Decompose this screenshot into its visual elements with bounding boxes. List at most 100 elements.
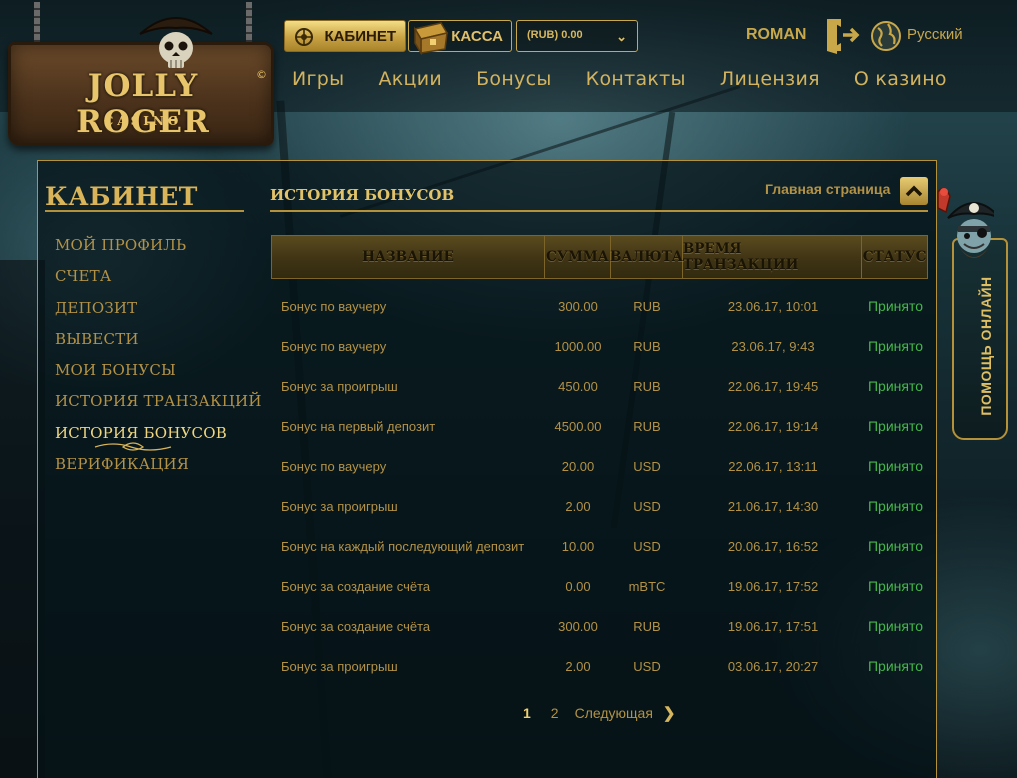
logout-icon[interactable]	[824, 16, 862, 54]
page-link-1[interactable]: 1	[523, 705, 531, 721]
column-header-time[interactable]: ВРЕМЯ ТРАНЗАКЦИИ	[683, 236, 863, 278]
cell-status: Принято	[867, 378, 924, 394]
sidebar-item-bonus-history[interactable]: ИСТОРИЯ БОНУСОВ	[55, 424, 262, 455]
cell-status: Принято	[867, 578, 924, 594]
column-header-currency[interactable]: ВАЛЮТА	[610, 236, 683, 278]
nav-item-license[interactable]: Лицензия	[720, 68, 820, 90]
nav-item-promotions[interactable]: Акции	[378, 68, 442, 90]
kassa-button[interactable]: КАССА	[408, 20, 512, 55]
cell-currency: USD	[633, 458, 661, 474]
pagination: 1 2 Следующая ❯	[523, 704, 675, 722]
scroll-up-button[interactable]	[900, 177, 928, 205]
cell-name: Бонус на первый депозит	[281, 418, 436, 434]
cell-name: Бонус за проигрыш	[281, 658, 398, 674]
username[interactable]: ROMAN	[746, 26, 806, 44]
sidebar-item-transaction-history[interactable]: ИСТОРИЯ ТРАНЗАКЦИЙ	[55, 392, 262, 423]
page-link-2[interactable]: 2	[551, 705, 559, 721]
cell-time: 20.06.17, 16:52	[727, 538, 819, 554]
chevron-up-icon	[905, 185, 923, 197]
cell-name: Бонус по ваучеру	[281, 458, 387, 474]
cell-currency: USD	[633, 538, 661, 554]
table-row: Бонус за создание счёта 0.00 mBTC 19.06.…	[271, 566, 928, 606]
table-row: Бонус на первый депозит 4500.00 RUB 22.0…	[271, 406, 928, 446]
table-row: Бонус за проигрыш 2.00 USD 03.06.17, 20:…	[271, 646, 928, 686]
table-header: НАЗВАНИЕ СУММА ВАЛЮТА ВРЕМЯ ТРАНЗАКЦИИ С…	[271, 235, 928, 279]
cell-status: Принято	[867, 338, 924, 354]
cell-currency: RUB	[633, 618, 661, 634]
kassa-button-label: КАССА	[451, 27, 503, 45]
column-header-name[interactable]: НАЗВАНИЕ	[272, 236, 546, 278]
chevron-right-icon[interactable]: ❯	[663, 704, 676, 722]
sidebar-item-profile[interactable]: МОЙ ПРОФИЛЬ	[55, 236, 262, 267]
cell-amount: 10.00	[561, 538, 595, 554]
column-header-status[interactable]: СТАТУС	[862, 236, 927, 278]
chevron-down-icon: ⌄	[616, 29, 627, 44]
nav-item-bonuses[interactable]: Бонусы	[476, 68, 552, 90]
cell-time: 19.06.17, 17:52	[727, 578, 819, 594]
cell-name: Бонус за проигрыш	[281, 498, 398, 514]
next-page-link[interactable]: Следующая	[575, 705, 653, 721]
balance-value: (RUB) 0.00	[527, 29, 583, 41]
sidebar-menu: МОЙ ПРОФИЛЬ СЧЕТА ДЕПОЗИТ ВЫВЕСТИ МОИ БО…	[55, 236, 262, 486]
cell-time: 03.06.17, 20:27	[727, 658, 819, 674]
sidebar-item-my-bonuses[interactable]: МОИ БОНУСЫ	[55, 361, 262, 392]
language-selector[interactable]: Русский	[907, 26, 963, 43]
cell-name: Бонус по ваучеру	[281, 338, 387, 354]
cell-amount: 300.00	[558, 618, 598, 634]
sidebar-item-label: ИСТОРИЯ БОНУСОВ	[55, 423, 227, 442]
cell-amount: 4500.00	[554, 418, 602, 434]
cell-status: Принято	[867, 538, 924, 554]
cell-status: Принято	[867, 298, 924, 314]
cell-amount: 2.00	[565, 498, 591, 514]
help-online-widget[interactable]: ПОМОЩЬ ОНЛАЙН	[937, 178, 1012, 440]
cell-amount: 1000.00	[554, 338, 602, 354]
cell-currency: RUB	[633, 298, 661, 314]
cell-status: Принято	[867, 618, 924, 634]
compass-icon	[295, 28, 313, 46]
cell-status: Принято	[867, 498, 924, 514]
globe-icon[interactable]	[870, 20, 902, 52]
cell-time: 22.06.17, 19:45	[727, 378, 819, 394]
sidebar-item-accounts[interactable]: СЧЕТА	[55, 267, 262, 298]
cell-time: 23.06.17, 9:43	[731, 338, 815, 354]
cell-currency: RUB	[633, 378, 661, 394]
treasure-chest-icon	[413, 22, 449, 55]
cell-status: Принято	[867, 658, 924, 674]
nav-item-about[interactable]: О казино	[854, 68, 947, 90]
home-page-link[interactable]: Главная страница	[765, 181, 890, 197]
table-row: Бонус за проигрыш 450.00 RUB 22.06.17, 1…	[271, 366, 928, 406]
nav-item-games[interactable]: Игры	[292, 68, 344, 90]
table-row: Бонус по ваучеру 300.00 RUB 23.06.17, 10…	[271, 286, 928, 326]
sidebar-item-deposit[interactable]: ДЕПОЗИТ	[55, 299, 262, 330]
nav-item-contacts[interactable]: Контакты	[586, 68, 686, 90]
cell-currency: mBTC	[628, 578, 666, 594]
logo-copyright-mark: ©	[256, 68, 267, 81]
table-row: Бонус по ваучеру 20.00 USD 22.06.17, 13:…	[271, 446, 928, 486]
cell-amount: 0.00	[565, 578, 591, 594]
cell-name: Бонус по ваучеру	[281, 298, 387, 314]
cell-name: Бонус за создание счёта	[281, 618, 431, 634]
cabinet-button[interactable]: КАБИНЕТ	[284, 20, 406, 52]
cell-time: 23.06.17, 10:01	[727, 298, 819, 314]
cabinet-button-label: КАБИНЕТ	[324, 27, 396, 45]
column-header-amount[interactable]: СУММА	[545, 236, 611, 278]
cell-time: 22.06.17, 19:14	[727, 418, 819, 434]
cell-currency: RUB	[633, 418, 661, 434]
table-row: Бонус за создание счёта 300.00 RUB 19.06…	[271, 606, 928, 646]
sidebar-item-withdraw[interactable]: ВЫВЕСТИ	[55, 330, 262, 361]
help-online-label: ПОМОЩЬ ОНЛАЙН	[978, 276, 994, 416]
cell-amount: 2.00	[565, 658, 591, 674]
table-row: Бонус по ваучеру 1000.00 RUB 23.06.17, 9…	[271, 326, 928, 366]
logo-casino-text: CASINO	[103, 114, 183, 128]
cell-amount: 20.00	[561, 458, 595, 474]
table-row: Бонус за проигрыш 2.00 USD 21.06.17, 14:…	[271, 486, 928, 526]
cell-time: 21.06.17, 14:30	[727, 498, 819, 514]
table-row: Бонус на каждый последующий депозит 10.0…	[271, 526, 928, 566]
jolly-roger-logo[interactable]: JOLLY ROGER CASINO ©	[8, 2, 276, 152]
sidebar-item-verification[interactable]: ВЕРИФИКАЦИЯ	[55, 455, 262, 486]
cell-currency: USD	[633, 498, 661, 514]
balance-dropdown[interactable]: (RUB) 0.00 ⌄	[516, 20, 638, 52]
main-nav: Игры Акции Бонусы Контакты Лицензия О ка…	[292, 68, 981, 90]
logo-brand-text: JOLLY ROGER	[76, 68, 210, 140]
cell-time: 22.06.17, 13:11	[728, 458, 818, 474]
